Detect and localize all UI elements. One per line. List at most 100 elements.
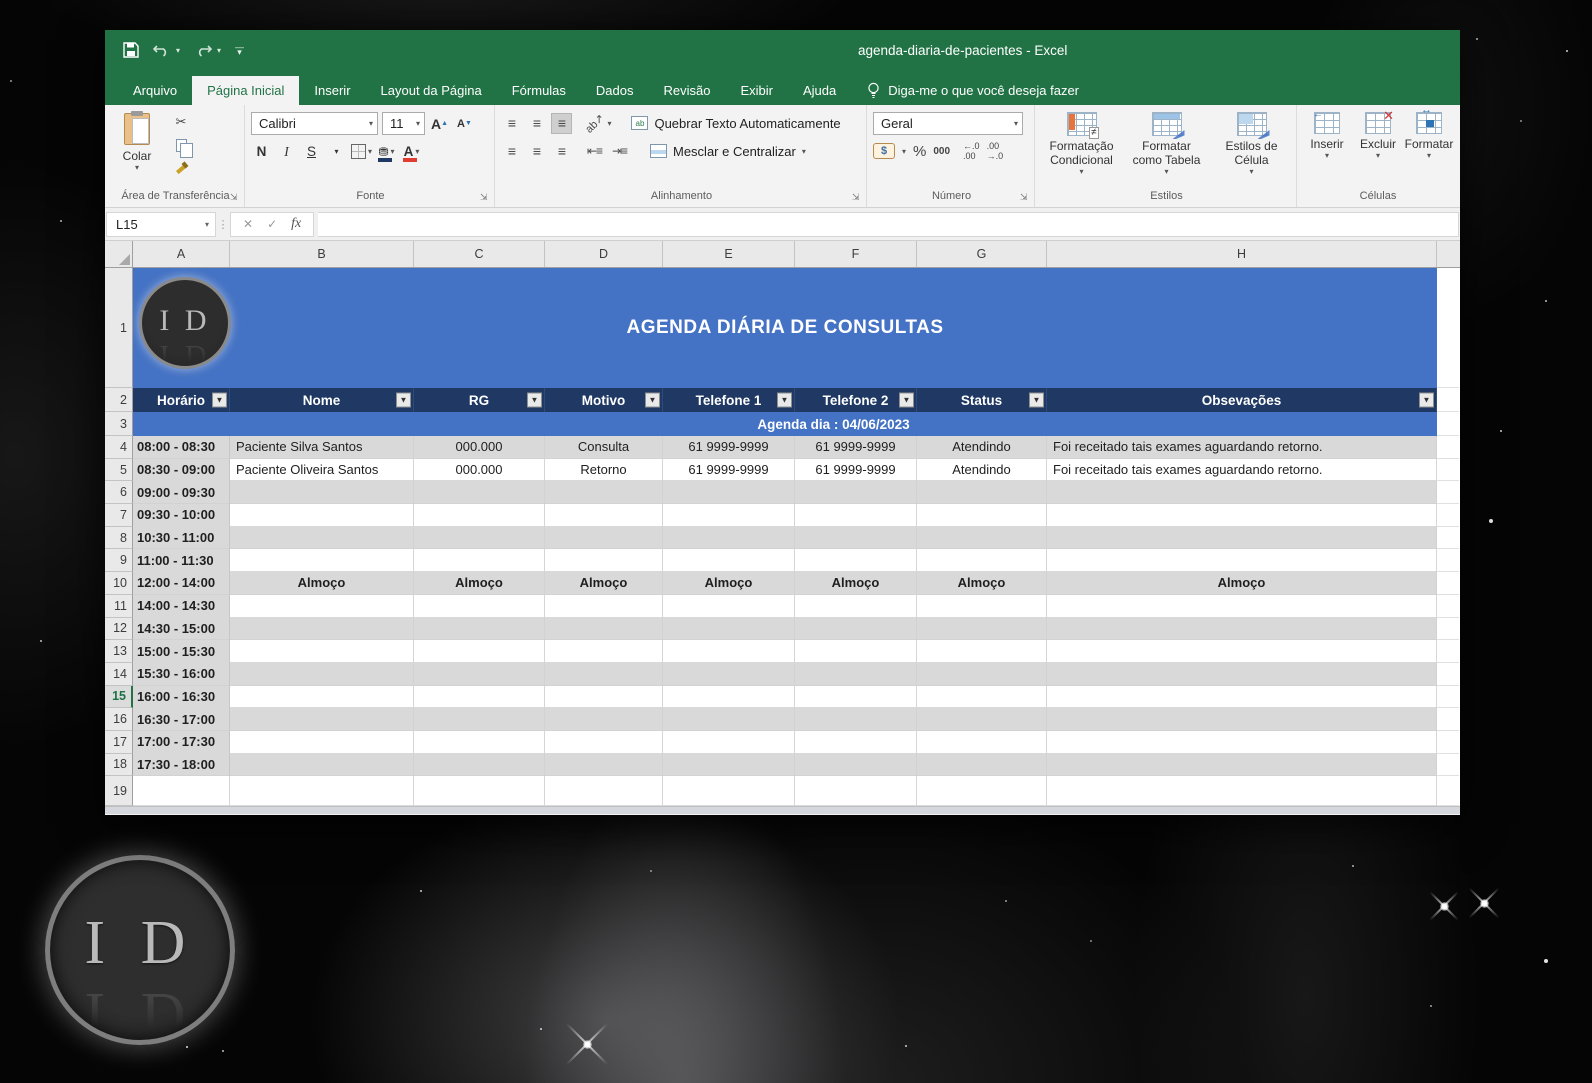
cell-G14[interactable] [917,662,1047,686]
cell-D7[interactable] [545,504,663,527]
redo-dropdown-icon[interactable]: ▾ [217,46,221,55]
cell-partial[interactable] [1437,617,1459,641]
dialog-launcher-icon[interactable]: ⇲ [1020,192,1031,203]
cell-B10[interactable]: Almoço [230,572,414,595]
row-header-6[interactable]: 6 [105,481,133,505]
name-box[interactable]: L15 ▾ [106,211,216,237]
tab-exibir[interactable]: Exibir [725,76,788,105]
cell-F10[interactable]: Almoço [795,572,917,595]
cell-F15[interactable] [795,685,917,709]
cell-F18[interactable] [795,753,917,777]
cell-styles-button[interactable]: Estilos de Célula ▾ [1211,110,1292,187]
cell-F11[interactable] [795,594,917,618]
cell-E5[interactable]: 61 9999-9999 [663,458,795,482]
cell-partial[interactable] [1437,388,1459,412]
cell-A5[interactable]: 08:30 - 09:00 [133,458,230,482]
cell-E14[interactable] [663,662,795,686]
fill-color-button[interactable]: ⛃ ▾ [376,141,397,162]
cell-G19[interactable] [917,776,1047,807]
cell-F13[interactable] [795,640,917,663]
cell-D19[interactable] [545,776,663,807]
number-format-select[interactable]: Geral ▾ [873,112,1023,135]
orientation-button[interactable]: ab↗ ▾ [583,112,611,136]
col-header-G[interactable]: G [917,241,1047,267]
cell-C15[interactable] [414,685,545,709]
cell-A4[interactable]: 08:00 - 08:30 [133,436,230,459]
cell-G6[interactable] [917,481,1047,505]
align-center-button[interactable]: ≡ [526,141,547,162]
row-header-19[interactable]: 19 [105,776,133,807]
row-header-17[interactable]: 17 [105,730,133,754]
cell-D4[interactable]: Consulta [545,436,663,459]
cell-A8[interactable]: 10:30 - 11:00 [133,526,230,550]
cell-H5[interactable]: Foi receitado tais exames aguardando ret… [1047,458,1437,482]
paste-button[interactable]: Colar ▾ [111,110,163,187]
row-header-9[interactable]: 9 [105,549,133,573]
filter-dropdown-icon[interactable]: ▼ [777,392,792,408]
cell-partial[interactable] [1437,436,1459,459]
row-header-8[interactable]: 8 [105,526,133,550]
cell-D12[interactable] [545,617,663,641]
row-header-2[interactable]: 2 [105,388,133,412]
formula-input[interactable] [318,211,1459,237]
cell-D6[interactable] [545,481,663,505]
cell-E8[interactable] [663,526,795,550]
cell-C13[interactable] [414,640,545,663]
tab-ajuda[interactable]: Ajuda [788,76,851,105]
cell-E18[interactable] [663,753,795,777]
cell-E4[interactable]: 61 9999-9999 [663,436,795,459]
shrink-font-button[interactable]: A ▼ [454,113,475,134]
cell-D14[interactable] [545,662,663,686]
col-header-D[interactable]: D [545,241,663,267]
cell-A6[interactable]: 09:00 - 09:30 [133,481,230,505]
cell-G18[interactable] [917,753,1047,777]
cell-C17[interactable] [414,730,545,754]
cell-G13[interactable] [917,640,1047,663]
cell-E9[interactable] [663,549,795,573]
cell-A16[interactable]: 16:30 - 17:00 [133,708,230,731]
decrease-indent-button[interactable]: ⇤≡ [584,141,605,162]
cell-E19[interactable] [663,776,795,807]
font-color-button[interactable]: A ▾ [401,141,422,162]
cell-B13[interactable] [230,640,414,663]
cell-H17[interactable] [1047,730,1437,754]
align-bottom-button[interactable]: ≡ [551,112,572,134]
cell-C19[interactable] [414,776,545,807]
cell-B19[interactable] [230,776,414,807]
cell-partial[interactable] [1437,572,1459,595]
cell-E10[interactable]: Almoço [663,572,795,595]
col-header-partial[interactable] [1437,241,1459,267]
cell-D17[interactable] [545,730,663,754]
cell-F9[interactable] [795,549,917,573]
tab-arquivo[interactable]: Arquivo [118,76,192,105]
conditional-formatting-button[interactable]: Formatação Condicional ▾ [1041,110,1122,187]
percent-style-button[interactable]: % [913,143,926,160]
header-cell-E2[interactable]: Telefone 1 ▼ [663,388,795,412]
copy-button[interactable] [169,135,193,158]
cell-B6[interactable] [230,481,414,505]
cell-partial[interactable] [1437,412,1459,436]
cell-H9[interactable] [1047,549,1437,573]
insert-cells-button[interactable]: Inserir ▾ [1304,109,1351,187]
font-name-select[interactable]: Calibri ▾ [251,112,378,135]
cell-H16[interactable] [1047,708,1437,731]
wrap-text-button[interactable]: ab Quebrar Texto Automaticamente [625,112,846,134]
header-cell-D2[interactable]: Motivo ▼ [545,388,663,412]
cell-C4[interactable]: 000.000 [414,436,545,459]
bold-button[interactable]: N [251,141,272,162]
row-header-12[interactable]: 12 [105,617,133,641]
dialog-launcher-icon[interactable]: ⇲ [852,192,863,203]
delete-cells-button[interactable]: Excluir ▾ [1355,108,1402,187]
cell-partial[interactable] [1437,753,1459,777]
row-header-18[interactable]: 18 [105,753,133,777]
cell-D9[interactable] [545,549,663,573]
cell-G17[interactable] [917,730,1047,754]
increase-decimal-icon[interactable]: ←.0.00 [963,141,980,161]
row-header-16[interactable]: 16 [105,708,133,731]
cell-A9[interactable]: 11:00 - 11:30 [133,549,230,573]
cell-A7[interactable]: 09:30 - 10:00 [133,504,230,527]
cell-H19[interactable] [1047,776,1437,807]
cell-E12[interactable] [663,617,795,641]
align-middle-button[interactable]: ≡ [526,113,547,134]
cell-A12[interactable]: 14:30 - 15:00 [133,617,230,641]
